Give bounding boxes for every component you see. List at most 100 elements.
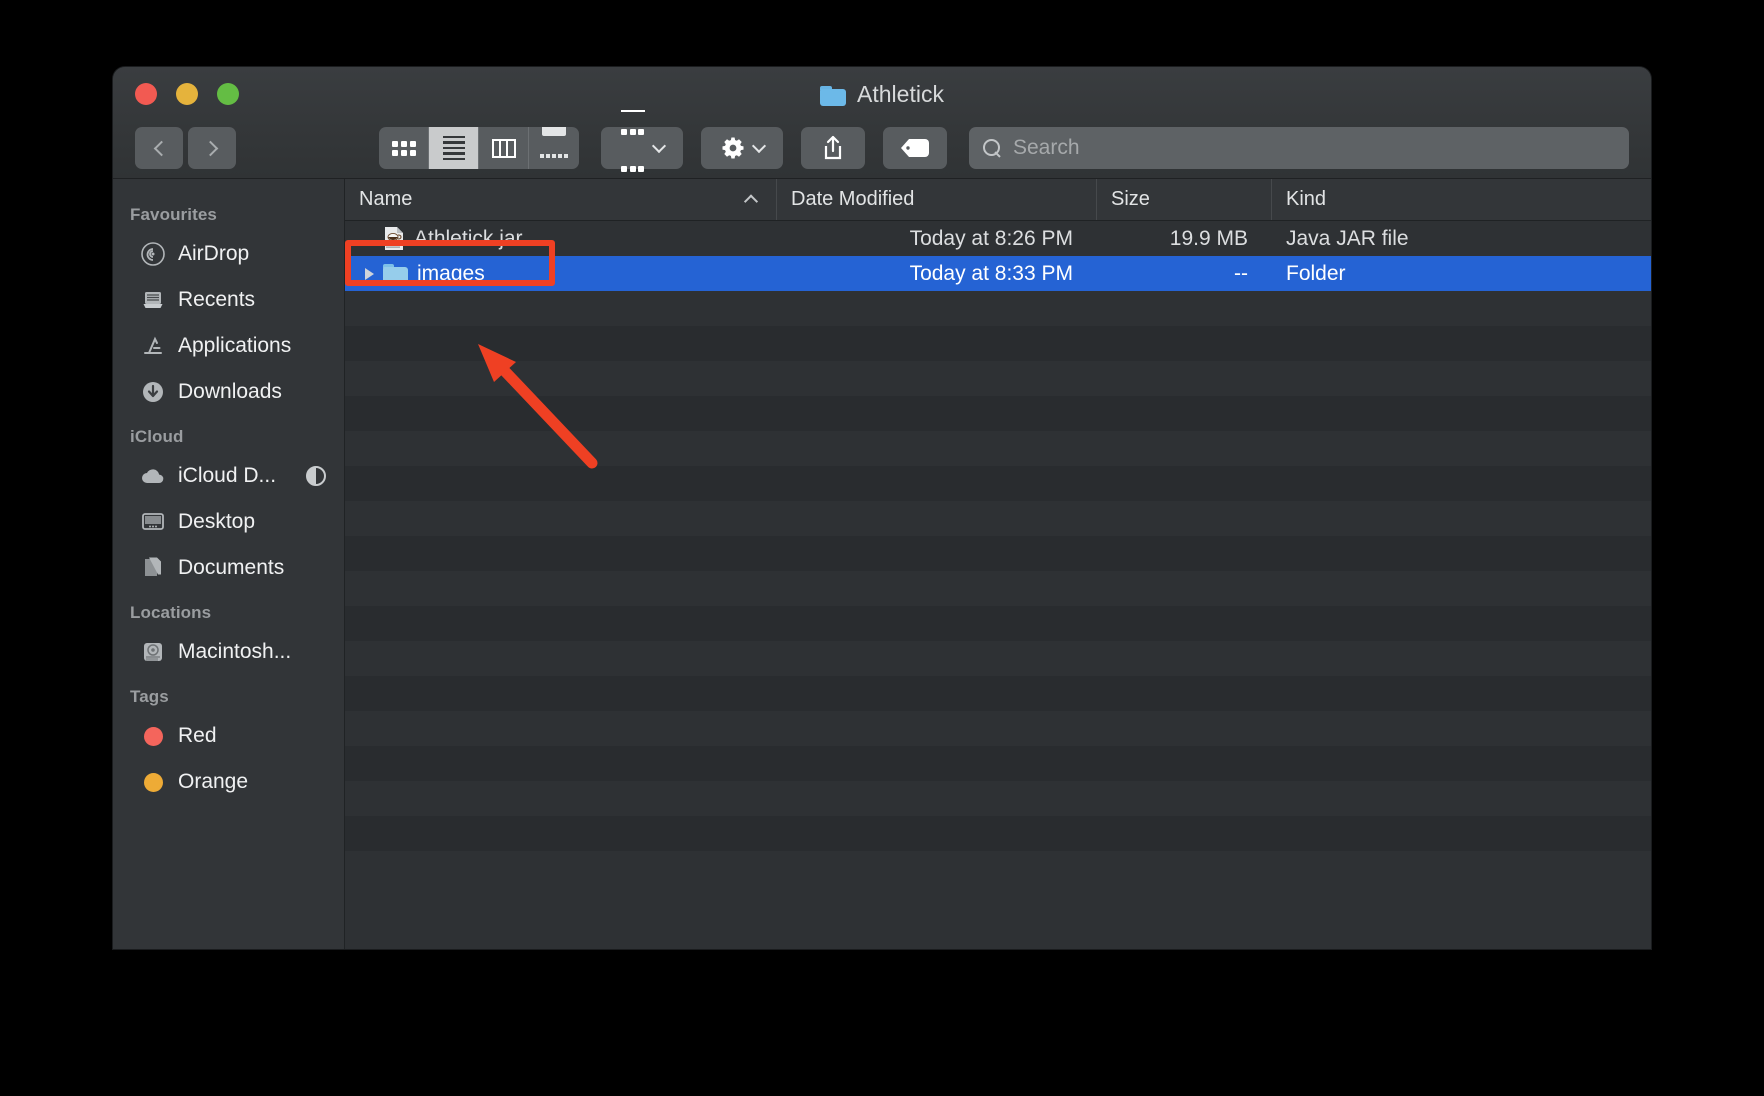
empty-row[interactable]	[345, 431, 1651, 466]
column-header-size[interactable]: Size	[1097, 179, 1272, 220]
columns-icon	[491, 138, 516, 158]
sidebar-section-tags-header: Tags	[130, 687, 169, 706]
column-header-date-modified[interactable]: Date Modified	[777, 179, 1097, 220]
grid-icon	[391, 140, 416, 156]
empty-row[interactable]	[345, 816, 1651, 851]
view-mode-switcher	[379, 127, 579, 169]
table-row[interactable]: images Today at 8:33 PM -- Folder	[345, 256, 1651, 291]
file-list: Name Date Modified Size Kind Athletick.j…	[345, 179, 1651, 949]
sidebar-item-label: Downloads	[178, 380, 282, 403]
empty-row[interactable]	[345, 396, 1651, 431]
share-button[interactable]	[801, 127, 865, 169]
file-name-text: images	[417, 261, 485, 285]
share-icon	[824, 135, 842, 160]
tag-dot-icon	[140, 723, 166, 749]
chevron-left-icon	[153, 140, 169, 156]
empty-row[interactable]	[345, 746, 1651, 781]
empty-row[interactable]	[345, 326, 1651, 361]
empty-row[interactable]	[345, 711, 1651, 746]
sidebar-item-label: iCloud D...	[178, 464, 277, 487]
empty-row[interactable]	[345, 606, 1651, 641]
documents-icon	[140, 555, 166, 581]
file-date-cell: Today at 8:33 PM	[909, 261, 1073, 285]
file-kind-cell: Java JAR file	[1286, 226, 1409, 250]
file-list-rows: Athletick.jar Today at 8:26 PM 19.9 MB J…	[345, 221, 1651, 851]
icon-view-button[interactable]	[379, 127, 429, 169]
empty-row[interactable]	[345, 466, 1651, 501]
sidebar-section-icloud-header: iCloud	[130, 427, 184, 446]
finder-window: Athletick Search Favourites AirDrop Rece…	[113, 67, 1651, 949]
file-name-cell: Athletick.jar	[345, 226, 777, 251]
disclosure-triangle-icon[interactable]	[365, 267, 374, 280]
action-menu-button[interactable]	[701, 127, 783, 169]
sidebar-item-label: Recents	[178, 288, 256, 311]
chevron-down-icon	[651, 138, 666, 153]
sidebar-item-desktop[interactable]: Desktop	[113, 499, 344, 545]
icloud-drive-icon	[140, 463, 166, 489]
screen: Athletick Search Favourites AirDrop Rece…	[0, 0, 1764, 1096]
column-view-button[interactable]	[479, 127, 529, 169]
window-body: Favourites AirDrop Recents Applications …	[113, 179, 1651, 949]
folder-icon	[820, 85, 847, 106]
jar-file-icon	[383, 226, 405, 251]
sidebar-item-tag-red[interactable]: Red	[113, 713, 344, 759]
sidebar-item-applications[interactable]: Applications	[113, 323, 344, 369]
search-icon	[983, 138, 1002, 158]
group-by-button[interactable]	[601, 110, 683, 172]
column-header-label: Date Modified	[791, 188, 915, 210]
sidebar-item-downloads[interactable]: Downloads	[113, 369, 344, 415]
folder-icon	[383, 264, 408, 283]
file-size-cell: 19.9 MB	[1169, 226, 1248, 250]
sidebar-item-documents[interactable]: Documents	[113, 545, 344, 591]
forward-button[interactable]	[188, 127, 236, 169]
file-name-text: Athletick.jar	[414, 226, 523, 250]
window-titlebar: Athletick Search	[113, 67, 1651, 179]
column-header-label: Name	[359, 188, 413, 210]
sidebar-item-label: Red	[178, 724, 217, 747]
gear-icon	[721, 136, 745, 160]
file-size-cell: --	[1234, 261, 1248, 285]
sort-ascending-icon	[743, 193, 759, 209]
chevron-right-icon	[202, 140, 218, 156]
navigation-buttons	[135, 127, 236, 169]
window-title-text: Athletick	[857, 81, 944, 107]
file-kind-cell: Folder	[1286, 261, 1346, 285]
tag-dot-icon	[140, 769, 166, 795]
sidebar-item-label: Documents	[178, 556, 285, 579]
empty-row[interactable]	[345, 361, 1651, 396]
hard-disk-icon	[140, 639, 166, 665]
empty-row[interactable]	[345, 781, 1651, 816]
empty-row[interactable]	[345, 536, 1651, 571]
search-field[interactable]: Search	[969, 127, 1629, 169]
sidebar-item-tag-orange[interactable]: Orange	[113, 759, 344, 805]
empty-row[interactable]	[345, 291, 1651, 326]
column-header-kind[interactable]: Kind	[1272, 179, 1651, 220]
sidebar-item-airdrop[interactable]: AirDrop	[113, 231, 344, 277]
tag-icon	[901, 139, 929, 157]
sidebar-item-macintosh-hd[interactable]: Macintosh...	[113, 629, 344, 675]
column-header-name[interactable]: Name	[345, 179, 777, 220]
tags-button[interactable]	[883, 127, 947, 169]
finder-toolbar: Search	[113, 110, 1651, 179]
file-date-cell: Today at 8:26 PM	[909, 226, 1073, 250]
sidebar-item-recents[interactable]: Recents	[113, 277, 344, 323]
empty-row[interactable]	[345, 641, 1651, 676]
empty-row[interactable]	[345, 571, 1651, 606]
search-placeholder: Search	[1013, 136, 1080, 159]
gallery-view-button[interactable]	[529, 127, 579, 169]
empty-row[interactable]	[345, 501, 1651, 536]
table-row[interactable]: Athletick.jar Today at 8:26 PM 19.9 MB J…	[345, 221, 1651, 256]
desktop-icon	[140, 509, 166, 535]
file-name-cell: images	[345, 262, 777, 286]
chevron-down-icon	[751, 138, 766, 153]
sidebar-section-locations-header: Locations	[130, 603, 212, 622]
sidebar-item-icloud-drive[interactable]: iCloud D...	[113, 453, 344, 499]
list-view-button[interactable]	[429, 127, 479, 169]
back-button[interactable]	[135, 127, 183, 169]
sidebar-item-label: Desktop	[178, 510, 256, 533]
column-header-label: Size	[1111, 188, 1150, 210]
sidebar-item-label: Orange	[178, 770, 249, 793]
empty-rows-region	[345, 291, 1651, 851]
empty-row[interactable]	[345, 676, 1651, 711]
airdrop-icon	[140, 241, 166, 267]
